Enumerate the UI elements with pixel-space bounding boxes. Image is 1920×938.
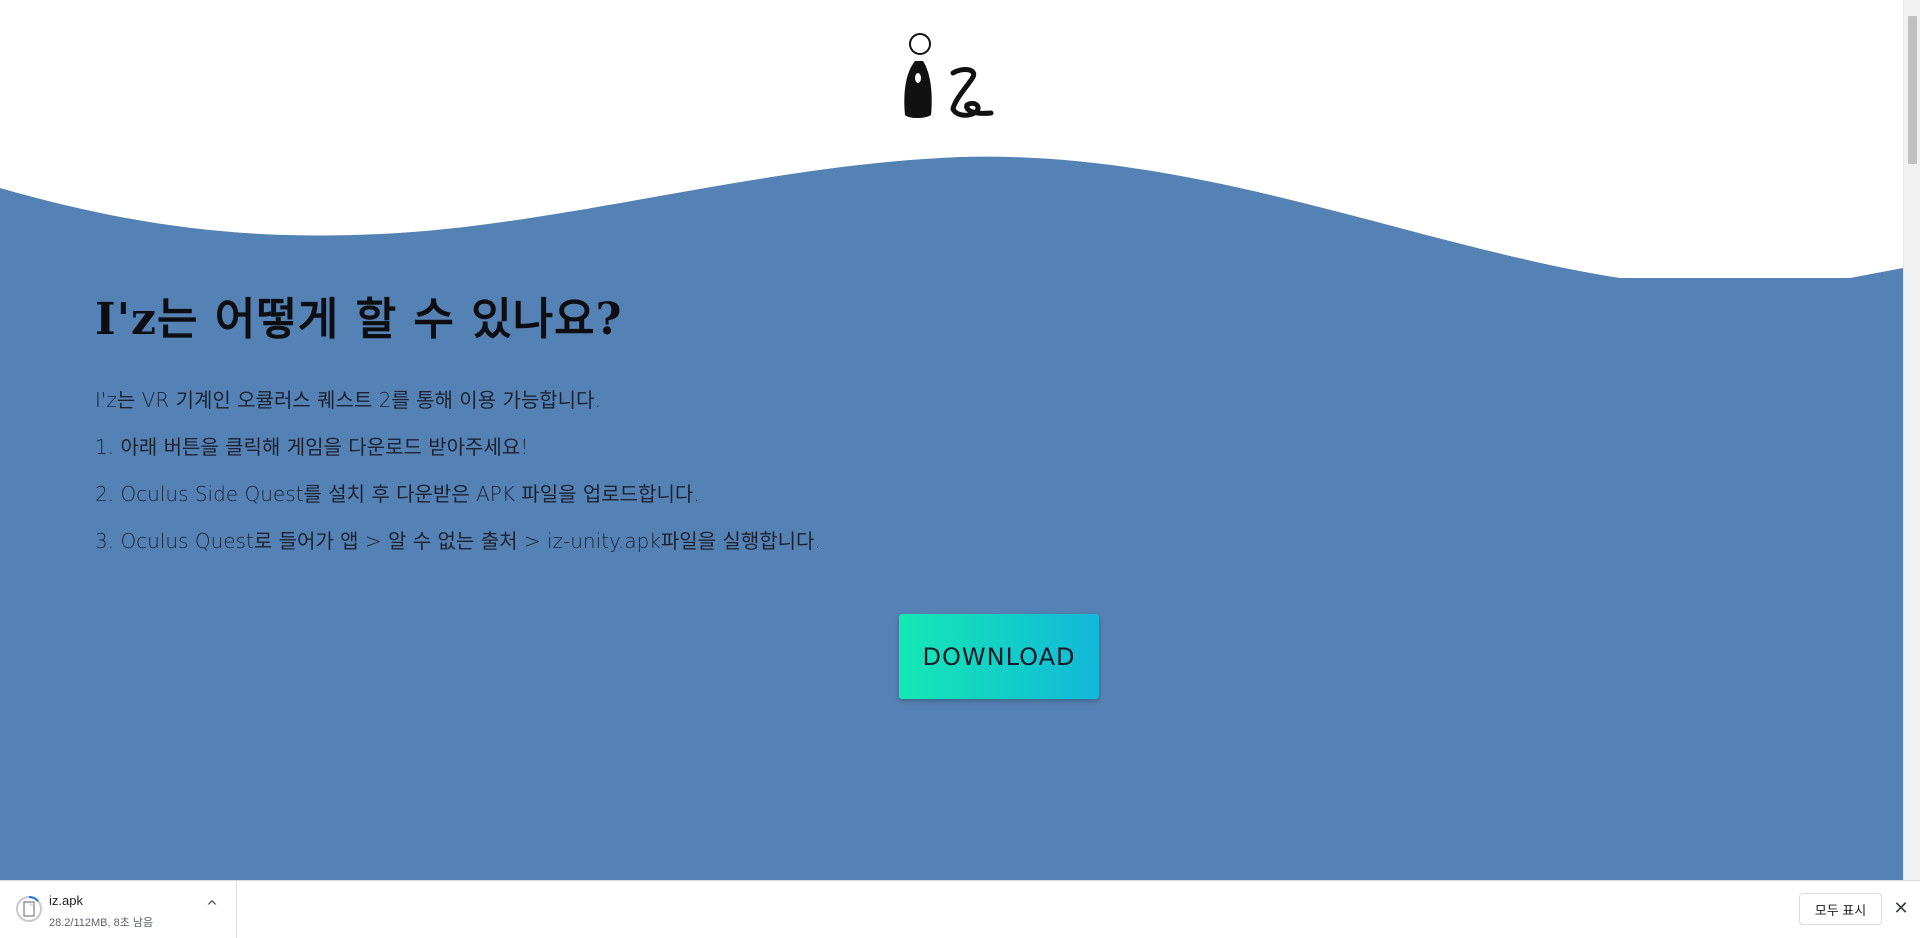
download-file-name: iz.apk bbox=[49, 893, 83, 908]
page-viewport: I'z는 어떻게 할 수 있나요? I'z는 VR 기계인 오큘러스 퀘스트 2… bbox=[0, 0, 1903, 880]
scrollbar-thumb[interactable] bbox=[1908, 16, 1917, 164]
download-button[interactable]: DOWNLOAD bbox=[899, 614, 1099, 699]
step-1-text: 1. 아래 버튼을 클릭해 게임을 다운로드 받아주세요! bbox=[95, 435, 529, 459]
step-3-text: 3. Oculus Quest로 들어가 앱 > 알 수 없는 출처 > iz-… bbox=[95, 529, 821, 553]
iz-logo-icon bbox=[904, 33, 994, 118]
show-all-button[interactable]: 모두 표시 bbox=[1799, 893, 1882, 925]
step-2-text: 2. Oculus Side Quest를 설치 후 다운받은 APK 파일을 … bbox=[95, 482, 700, 506]
file-icon bbox=[16, 896, 42, 922]
close-icon[interactable]: ✕ bbox=[1890, 898, 1912, 920]
download-item[interactable]: iz.apk 28.2/112MB, 8초 남음 ^ bbox=[0, 881, 237, 938]
page-scrollbar[interactable] bbox=[1903, 0, 1920, 880]
page-heading: I'z는 어떻게 할 수 있나요? bbox=[95, 294, 623, 345]
intro-text: I'z는 VR 기계인 오큘러스 퀘스트 2를 통해 이용 가능합니다. bbox=[95, 388, 601, 412]
download-shelf: iz.apk 28.2/112MB, 8초 남음 ^ 모두 표시 ✕ bbox=[0, 880, 1920, 938]
chevron-up-icon[interactable]: ^ bbox=[204, 899, 220, 919]
instructions-section: I'z는 어떻게 할 수 있나요? I'z는 VR 기계인 오큘러스 퀘스트 2… bbox=[95, 290, 1195, 576]
download-status: 28.2/112MB, 8초 남음 bbox=[49, 917, 154, 929]
